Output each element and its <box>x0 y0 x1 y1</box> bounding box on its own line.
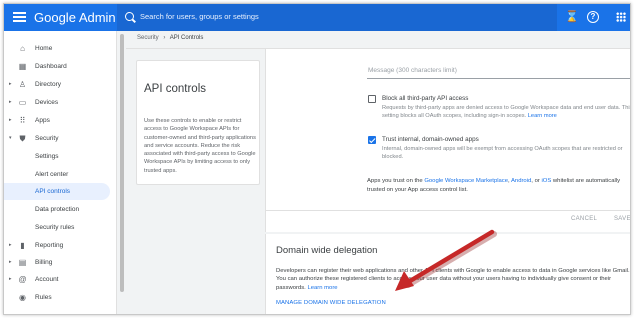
block-third-party-description: Requests by third-party apps are denied … <box>382 105 631 120</box>
trust-internal-apps-checkbox[interactable] <box>368 136 376 144</box>
save-button[interactable]: SAVE <box>614 216 630 222</box>
info-card-title: API controls <box>144 83 206 95</box>
bar-chart-icon: ▮ <box>20 241 25 250</box>
top-bar: Google Admin Search for users, groups or… <box>4 4 630 31</box>
billing-icon: ▤ <box>18 258 27 267</box>
delegation-description: Developers can register their web applic… <box>276 268 630 291</box>
help-icon[interactable]: ? <box>587 11 599 23</box>
apps-grid-icon: ⠿ <box>19 116 26 125</box>
trusted-apps-text: Apps you trust on the Google Workspace M… <box>367 178 621 193</box>
sidebar-item-label: Security <box>35 135 59 142</box>
chevron-right-icon[interactable]: ▸ <box>9 81 12 87</box>
sidebar-item-label: Alert center <box>35 171 69 178</box>
admin-window: Google Admin Search for users, groups or… <box>3 3 631 315</box>
at-icon: @ <box>18 275 27 284</box>
sidebar-item-label: Home <box>35 45 53 52</box>
sidebar-item-alert-center[interactable]: Alert center <box>4 166 116 183</box>
sidebar-item-account[interactable]: ▸ @ Account <box>4 271 116 288</box>
chevron-right-icon[interactable]: ▸ <box>9 242 12 248</box>
sidebar-item-security-rules[interactable]: Security rules <box>4 219 116 236</box>
trust-internal-apps-label: Trust internal, domain-owned apps <box>382 136 479 143</box>
chevron-right-icon[interactable]: ▸ <box>9 117 12 123</box>
sidebar: ⌂ Home ▦ Dashboard ▸ ♙ Directory ▸ ▭ Dev… <box>4 31 117 314</box>
trust-internal-apps-description: Internal, domain-owned apps will be exem… <box>382 146 623 161</box>
learn-more-link[interactable]: Learn more <box>528 113 557 119</box>
domain-wide-delegation-card: Domain wide delegation Developers can re… <box>265 234 630 314</box>
sidebar-item-label: Data protection <box>35 206 80 213</box>
dashboard-icon: ▦ <box>18 62 27 71</box>
delegation-title: Domain wide delegation <box>276 245 378 256</box>
sidebar-item-settings[interactable]: Settings <box>4 148 116 165</box>
chevron-down-icon[interactable]: ▾ <box>9 135 12 141</box>
breadcrumb: Security › API Controls <box>137 35 203 41</box>
divider <box>266 210 630 211</box>
chevron-right-icon[interactable]: ▸ <box>9 99 12 105</box>
sidebar-item-apps[interactable]: ▸ ⠿ Apps <box>4 112 116 129</box>
message-input[interactable]: Message (300 characters limit) <box>368 67 457 74</box>
search-box[interactable]: Search for users, groups or settings <box>117 4 557 31</box>
devices-icon: ▭ <box>18 98 27 107</box>
chevron-right-icon[interactable]: ▸ <box>9 276 12 282</box>
rules-icon: ◉ <box>19 293 26 302</box>
apps-launcher-icon[interactable] <box>616 12 626 22</box>
hamburger-menu-icon[interactable] <box>13 12 26 22</box>
sidebar-item-dashboard[interactable]: ▦ Dashboard <box>4 58 116 75</box>
manage-domain-wide-delegation-link[interactable]: MANAGE DOMAIN WIDE DELEGATION <box>276 300 386 306</box>
sidebar-item-label: Reporting <box>35 242 64 249</box>
sidebar-item-label: API controls <box>35 188 71 195</box>
home-icon: ⌂ <box>20 44 25 53</box>
android-link[interactable]: Android <box>511 178 531 184</box>
message-input-underline <box>367 78 630 79</box>
breadcrumb-separator: › <box>163 35 166 41</box>
breadcrumb-security[interactable]: Security <box>137 35 159 41</box>
sidebar-item-data-protection[interactable]: Data protection <box>4 201 116 218</box>
sidebar-item-label: Directory <box>35 81 62 88</box>
sidebar-item-label: Devices <box>35 99 59 106</box>
shield-icon: ⛊ <box>19 134 26 143</box>
ios-link[interactable]: iOS <box>541 178 551 184</box>
block-third-party-checkbox[interactable] <box>368 95 376 103</box>
sidebar-item-devices[interactable]: ▸ ▭ Devices <box>4 94 116 111</box>
sidebar-item-directory[interactable]: ▸ ♙ Directory <box>4 76 116 93</box>
sidebar-item-api-controls[interactable]: API controls <box>4 183 110 200</box>
person-icon: ♙ <box>18 80 27 89</box>
sidebar-item-home[interactable]: ⌂ Home <box>4 40 116 57</box>
sidebar-item-reporting[interactable]: ▸ ▮ Reporting <box>4 237 116 254</box>
sidebar-item-label: Billing <box>35 259 53 266</box>
hourglass-icon[interactable]: ⌛ <box>565 10 579 23</box>
sidebar-item-label: Settings <box>35 153 59 160</box>
block-third-party-label: Block all third-party API access <box>382 95 469 102</box>
learn-more-link[interactable]: Learn more <box>307 285 337 291</box>
api-access-settings-card: Message (300 characters limit) Block all… <box>265 49 631 232</box>
sidebar-item-billing[interactable]: ▸ ▤ Billing <box>4 254 116 271</box>
info-card-description: Use these controls to enable or restrict… <box>144 118 256 174</box>
sidebar-item-security[interactable]: ▾ ⛊ Security <box>4 130 116 147</box>
sidebar-item-label: Dashboard <box>35 63 67 70</box>
sidebar-item-label: Rules <box>35 294 52 301</box>
sidebar-item-label: Security rules <box>35 224 75 231</box>
cancel-button[interactable]: CANCEL <box>571 216 597 222</box>
brand-title[interactable]: Google Admin <box>34 10 116 25</box>
chevron-right-icon[interactable]: ▸ <box>9 259 12 265</box>
marketplace-link[interactable]: Google Workspace Marketplace <box>424 178 508 184</box>
search-placeholder[interactable]: Search for users, groups or settings <box>140 12 259 21</box>
sidebar-item-rules[interactable]: ◉ Rules <box>4 289 116 306</box>
breadcrumb-current: API Controls <box>169 35 204 41</box>
sidebar-scrollbar[interactable] <box>120 34 124 292</box>
sidebar-item-label: Apps <box>35 117 50 124</box>
sidebar-item-label: Account <box>35 276 59 283</box>
search-icon <box>125 12 134 21</box>
api-controls-info-card: API controls Use these controls to enabl… <box>136 60 260 185</box>
